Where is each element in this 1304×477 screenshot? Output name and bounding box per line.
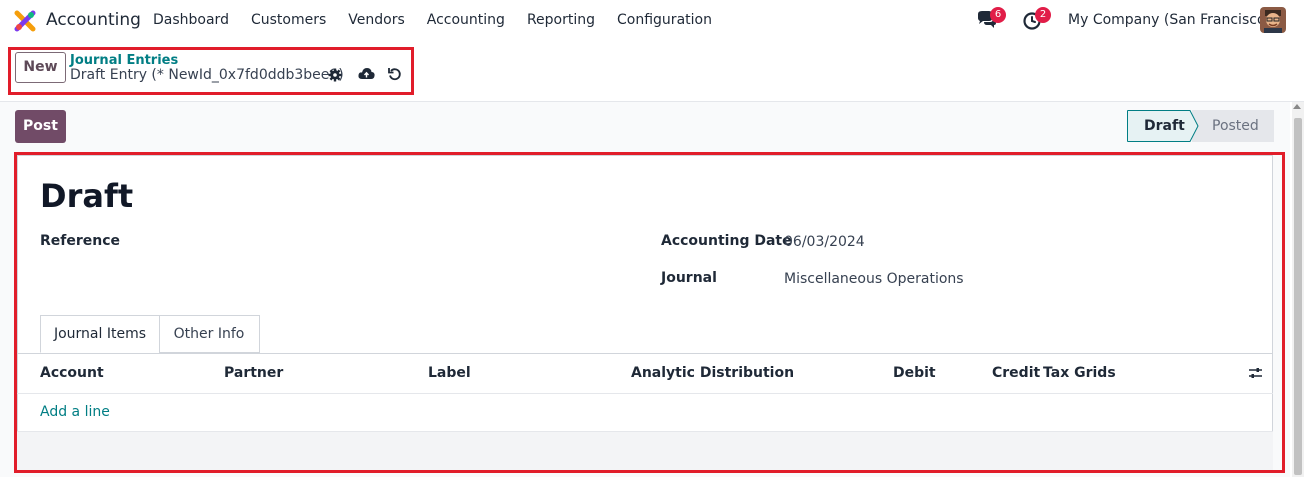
menu-accounting[interactable]: Accounting [427, 12, 505, 28]
activity-badge: 2 [1035, 7, 1051, 23]
chat-badge: 6 [990, 7, 1006, 23]
status-posted-label[interactable]: Posted [1212, 118, 1259, 134]
top-navbar: Accounting Dashboard Customers Vendors A… [0, 0, 1304, 40]
company-switcher[interactable]: My Company (San Francisco) [1068, 12, 1271, 28]
app-name[interactable]: Accounting [46, 10, 141, 30]
scroll-up-arrow[interactable] [1293, 104, 1301, 109]
menu-configuration[interactable]: Configuration [617, 12, 712, 28]
odoo-apps-icon[interactable] [14, 10, 36, 32]
main-menu: Dashboard Customers Vendors Accounting R… [153, 12, 734, 28]
menu-reporting[interactable]: Reporting [527, 12, 595, 28]
form-highlight [14, 152, 1285, 473]
menu-customers[interactable]: Customers [251, 12, 326, 28]
menu-vendors[interactable]: Vendors [348, 12, 404, 28]
scrollbar-thumb[interactable] [1294, 118, 1302, 475]
breadcrumb-highlight [8, 47, 414, 95]
user-avatar[interactable] [1260, 7, 1286, 33]
menu-dashboard[interactable]: Dashboard [153, 12, 229, 28]
status-draft-label: Draft [1144, 118, 1185, 134]
post-button[interactable]: Post [15, 110, 66, 143]
